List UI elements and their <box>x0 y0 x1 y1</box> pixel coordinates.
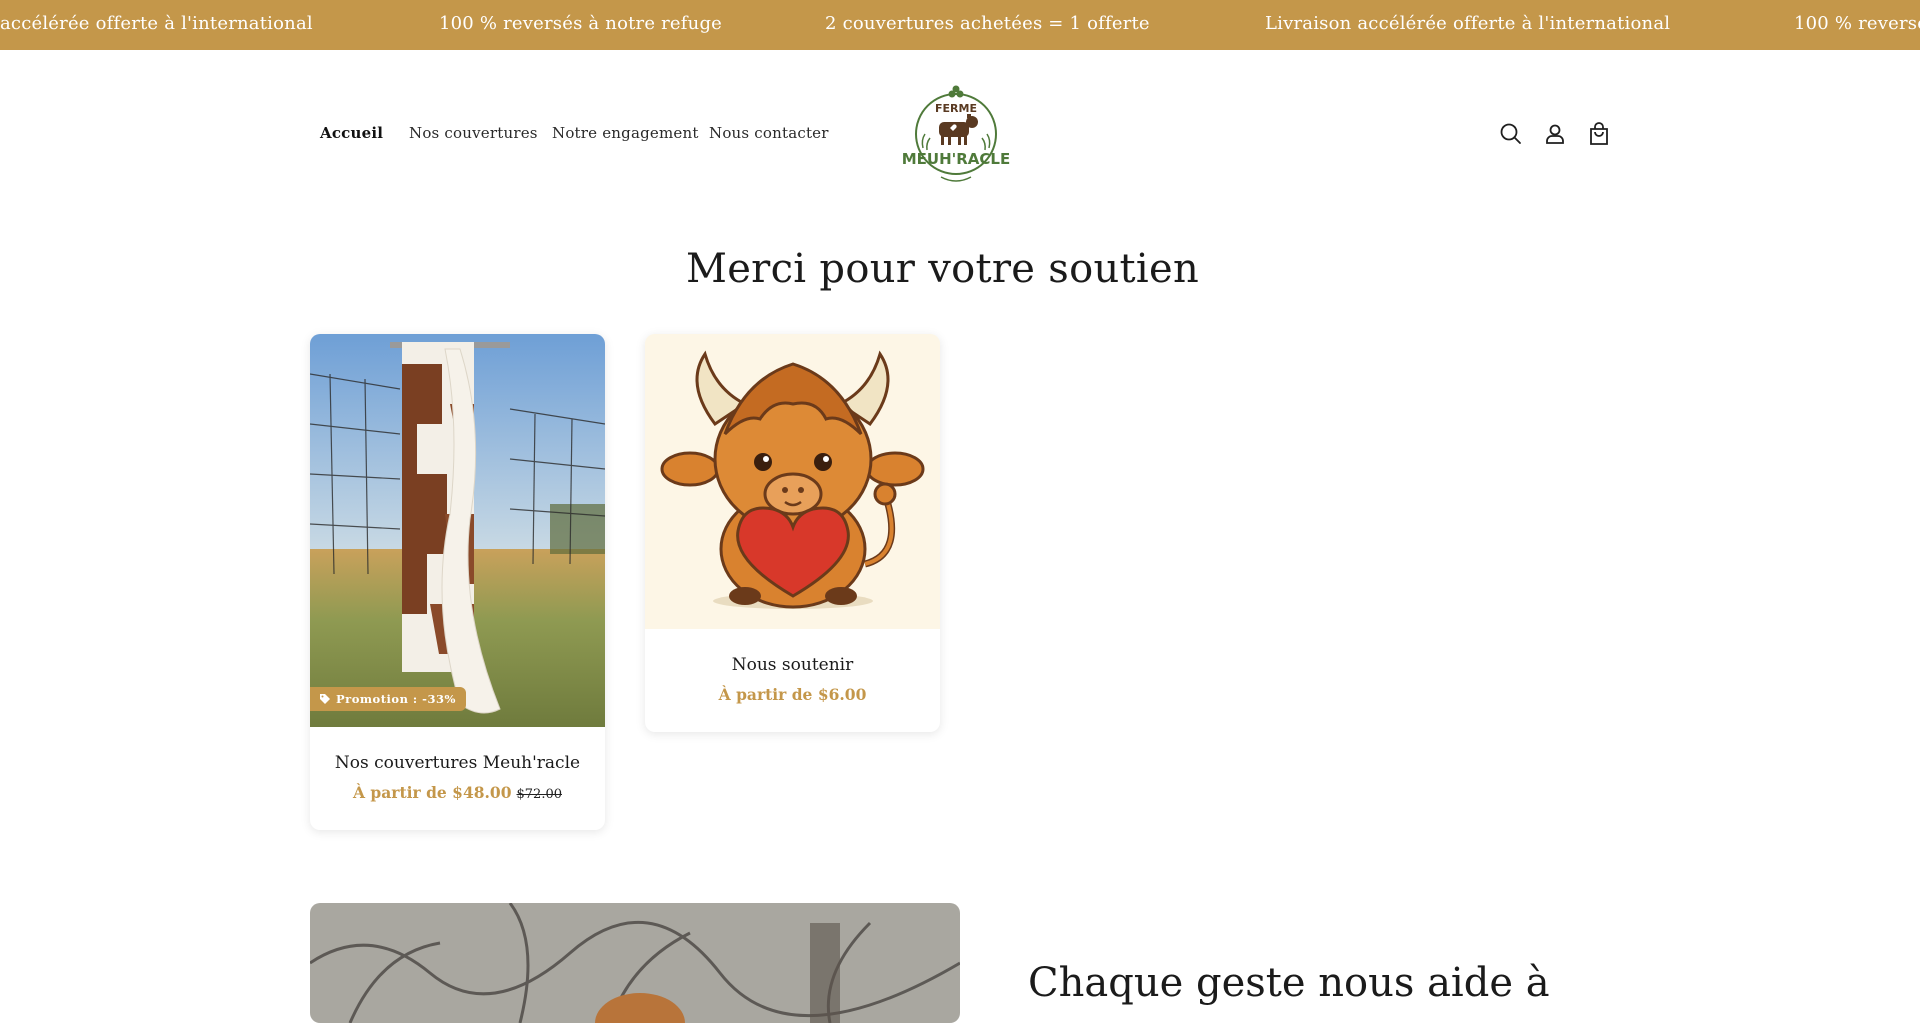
site-logo[interactable]: FERME MEUH'RACLE <box>901 82 1011 192</box>
product-price: À partir de $48.00 <box>353 783 512 802</box>
announcement-message: 100 % reversés <box>1794 13 1920 34</box>
product-name[interactable]: Nos couvertures Meuh'racle <box>310 753 605 773</box>
nav-item-couvertures[interactable]: Nos couvertures <box>409 124 538 142</box>
logo-text-name: MEUH'RACLE <box>902 150 1010 168</box>
nav-item-contact[interactable]: Nous contacter <box>709 124 829 142</box>
account-icon[interactable] <box>1541 120 1569 148</box>
product-price: À partir de $6.00 <box>718 685 867 704</box>
announcement-message: Livraison accélérée offerte à l'internat… <box>1265 13 1671 34</box>
section-title: Merci pour votre soutien <box>685 246 1200 292</box>
announcement-message: 2 couvertures achetées = 1 offerte <box>825 13 1150 34</box>
search-icon[interactable] <box>1497 120 1525 148</box>
feature-heading: Chaque geste nous aide à <box>1028 960 1550 1006</box>
product-info: Nous soutenir À partir de $6.00 <box>645 629 940 704</box>
feature-image <box>310 903 960 1023</box>
announcement-bar: accélérée offerte à l'international 100 … <box>0 0 1920 50</box>
product-image-couvertures[interactable]: Promotion : -33% <box>310 334 605 727</box>
product-compare-price: $72.00 <box>516 787 563 802</box>
announcement-message: accélérée offerte à l'international <box>0 13 313 34</box>
nav-item-accueil[interactable]: Accueil <box>320 124 383 142</box>
logo-text-ferme: FERME <box>935 102 977 115</box>
logo-emblem: FERME MEUH'RACLE <box>902 85 1010 182</box>
product-card-couvertures[interactable]: Promotion : -33% Nos couvertures Meuh'ra… <box>310 334 605 830</box>
product-card-soutenir[interactable]: Nous soutenir À partir de $6.00 <box>645 334 940 732</box>
cart-icon[interactable] <box>1585 120 1613 148</box>
product-info: Nos couvertures Meuh'racle À partir de $… <box>310 727 605 802</box>
announcement-message: 100 % reversés à notre refuge <box>439 13 723 34</box>
nav-item-engagement[interactable]: Notre engagement <box>552 124 699 142</box>
tag-icon <box>320 694 330 704</box>
promotion-badge-label: Promotion : -33% <box>336 692 456 706</box>
promotion-badge: Promotion : -33% <box>310 687 466 711</box>
product-name[interactable]: Nous soutenir <box>645 655 940 675</box>
product-image-soutenir[interactable] <box>645 334 940 629</box>
